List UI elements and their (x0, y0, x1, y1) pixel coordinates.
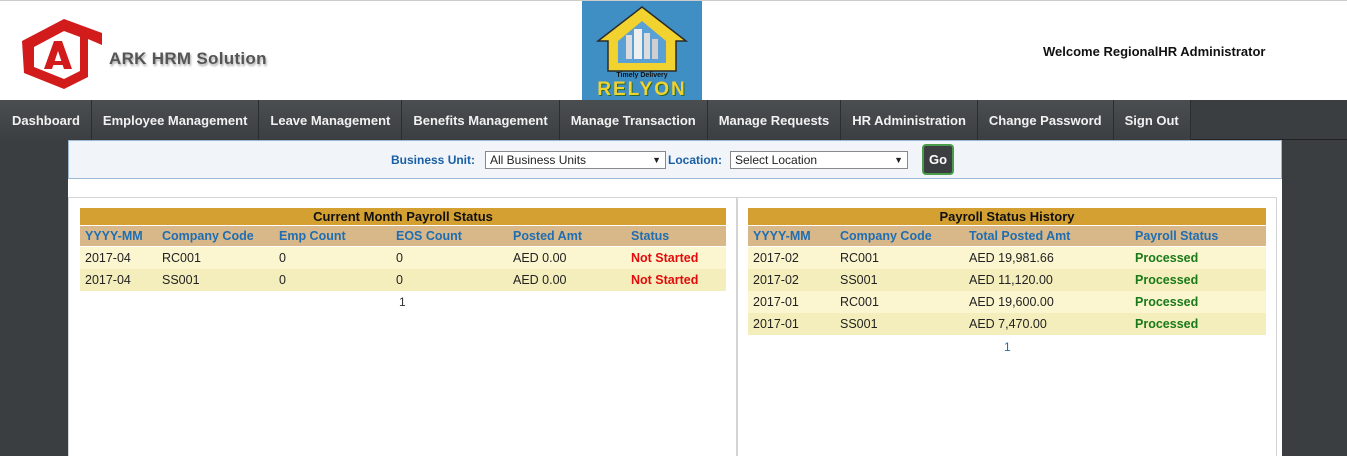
nav-change-password[interactable]: Change Password (977, 100, 1114, 140)
column-header[interactable]: Company Code (840, 229, 932, 243)
pagination-page[interactable]: 1 (1004, 340, 1011, 354)
status-badge: Not Started (631, 251, 699, 265)
nav-manage-requests[interactable]: Manage Requests (707, 100, 842, 140)
cell-company-code: RC001 (840, 295, 879, 309)
cell-emp-count: 0 (279, 273, 286, 287)
column-header[interactable]: Emp Count (279, 229, 346, 243)
go-button[interactable]: Go (922, 144, 954, 175)
relyon-wordmark: RELYON (597, 79, 687, 100)
right-gutter (1282, 140, 1347, 456)
cell-posted-amt: AED 0.00 (513, 251, 567, 265)
column-header[interactable]: Status (631, 229, 669, 243)
status-badge: Processed (1135, 273, 1199, 287)
table-row: 2017-02 SS001 AED 11,120.00 Processed (748, 269, 1266, 291)
nav-benefits-management[interactable]: Benefits Management (402, 100, 560, 140)
location-select[interactable]: Select Location ▼ (730, 151, 908, 169)
cell-month: 2017-02 (753, 273, 799, 287)
app-header: ARK HRM Solution Timely Delivery RELYON … (0, 0, 1347, 101)
cell-month: 2017-04 (85, 273, 131, 287)
cell-month: 2017-01 (753, 317, 799, 331)
nav-dashboard[interactable]: Dashboard (0, 100, 92, 140)
ark-logo[interactable]: ARK HRM Solution (14, 11, 334, 93)
cell-total-posted-amt: AED 11,120.00 (969, 273, 1053, 287)
main-nav: Dashboard Employee Management Leave Mana… (0, 100, 1347, 140)
cell-emp-count: 0 (279, 251, 286, 265)
location-value: Select Location (735, 153, 818, 167)
current-payroll-title: Current Month Payroll Status (80, 208, 726, 225)
table-row: 2017-01 RC001 AED 19,600.00 Processed (748, 291, 1266, 313)
column-header[interactable]: Payroll Status (1135, 229, 1218, 243)
welcome-text: Welcome RegionalHR Administrator (1043, 44, 1266, 59)
column-header[interactable]: EOS Count (396, 229, 462, 243)
nav-leave-management[interactable]: Leave Management (259, 100, 403, 140)
ark-logo-mark-icon (22, 19, 102, 89)
relyon-tagline: Timely Delivery (616, 72, 668, 79)
pagination-page[interactable]: 1 (399, 295, 406, 309)
status-badge: Processed (1135, 317, 1199, 331)
status-badge: Not Started (631, 273, 699, 287)
table-row: 2017-02 RC001 AED 19,981.66 Processed (748, 247, 1266, 269)
status-badge: Processed (1135, 295, 1199, 309)
left-gutter (0, 140, 68, 456)
cell-month: 2017-01 (753, 295, 799, 309)
nav-sign-out[interactable]: Sign Out (1113, 100, 1191, 140)
current-payroll-header-row: YYYY-MM Company Code Emp Count EOS Count… (80, 226, 726, 246)
cell-company-code: SS001 (840, 317, 878, 331)
cell-company-code: RC001 (162, 251, 201, 265)
cell-company-code: SS001 (840, 273, 878, 287)
business-unit-label: Business Unit: (391, 153, 476, 167)
table-row: 2017-04 RC001 0 0 AED 0.00 Not Started (80, 247, 726, 269)
nav-manage-transaction[interactable]: Manage Transaction (559, 100, 708, 140)
cell-total-posted-amt: AED 7,470.00 (969, 317, 1047, 331)
current-payroll-panel: Current Month Payroll Status YYYY-MM Com… (68, 197, 737, 456)
cell-total-posted-amt: AED 19,600.00 (969, 295, 1054, 309)
cell-eos-count: 0 (396, 251, 403, 265)
cell-total-posted-amt: AED 19,981.66 (969, 251, 1054, 265)
column-header[interactable]: YYYY-MM (85, 229, 143, 243)
cell-posted-amt: AED 0.00 (513, 273, 567, 287)
cell-month: 2017-04 (85, 251, 131, 265)
chevron-down-icon: ▼ (652, 155, 661, 165)
column-header[interactable]: Posted Amt (513, 229, 582, 243)
nav-employee-management[interactable]: Employee Management (91, 100, 260, 140)
business-unit-select[interactable]: All Business Units ▼ (485, 151, 666, 169)
cell-month: 2017-02 (753, 251, 799, 265)
nav-hr-administration[interactable]: HR Administration (841, 100, 978, 140)
payroll-history-header-row: YYYY-MM Company Code Total Posted Amt Pa… (748, 226, 1266, 246)
filter-bar: Business Unit: All Business Units ▼ Loca… (68, 140, 1282, 179)
logo-text: ARK HRM Solution (109, 49, 267, 68)
column-header[interactable]: Company Code (162, 229, 254, 243)
relyon-logo: Timely Delivery RELYON (582, 1, 702, 101)
payroll-history-title: Payroll Status History (748, 208, 1266, 225)
chevron-down-icon: ▼ (894, 155, 903, 165)
main-content: Current Month Payroll Status YYYY-MM Com… (68, 180, 1282, 456)
table-row: 2017-04 SS001 0 0 AED 0.00 Not Started (80, 269, 726, 291)
column-header[interactable]: YYYY-MM (753, 229, 811, 243)
column-header[interactable]: Total Posted Amt (969, 229, 1070, 243)
payroll-history-panel: Payroll Status History YYYY-MM Company C… (737, 197, 1277, 456)
cell-eos-count: 0 (396, 273, 403, 287)
cell-company-code: RC001 (840, 251, 879, 265)
business-unit-value: All Business Units (490, 153, 587, 167)
status-badge: Processed (1135, 251, 1199, 265)
location-label: Location: (668, 153, 722, 167)
table-row: 2017-01 SS001 AED 7,470.00 Processed (748, 313, 1266, 335)
cell-company-code: SS001 (162, 273, 200, 287)
